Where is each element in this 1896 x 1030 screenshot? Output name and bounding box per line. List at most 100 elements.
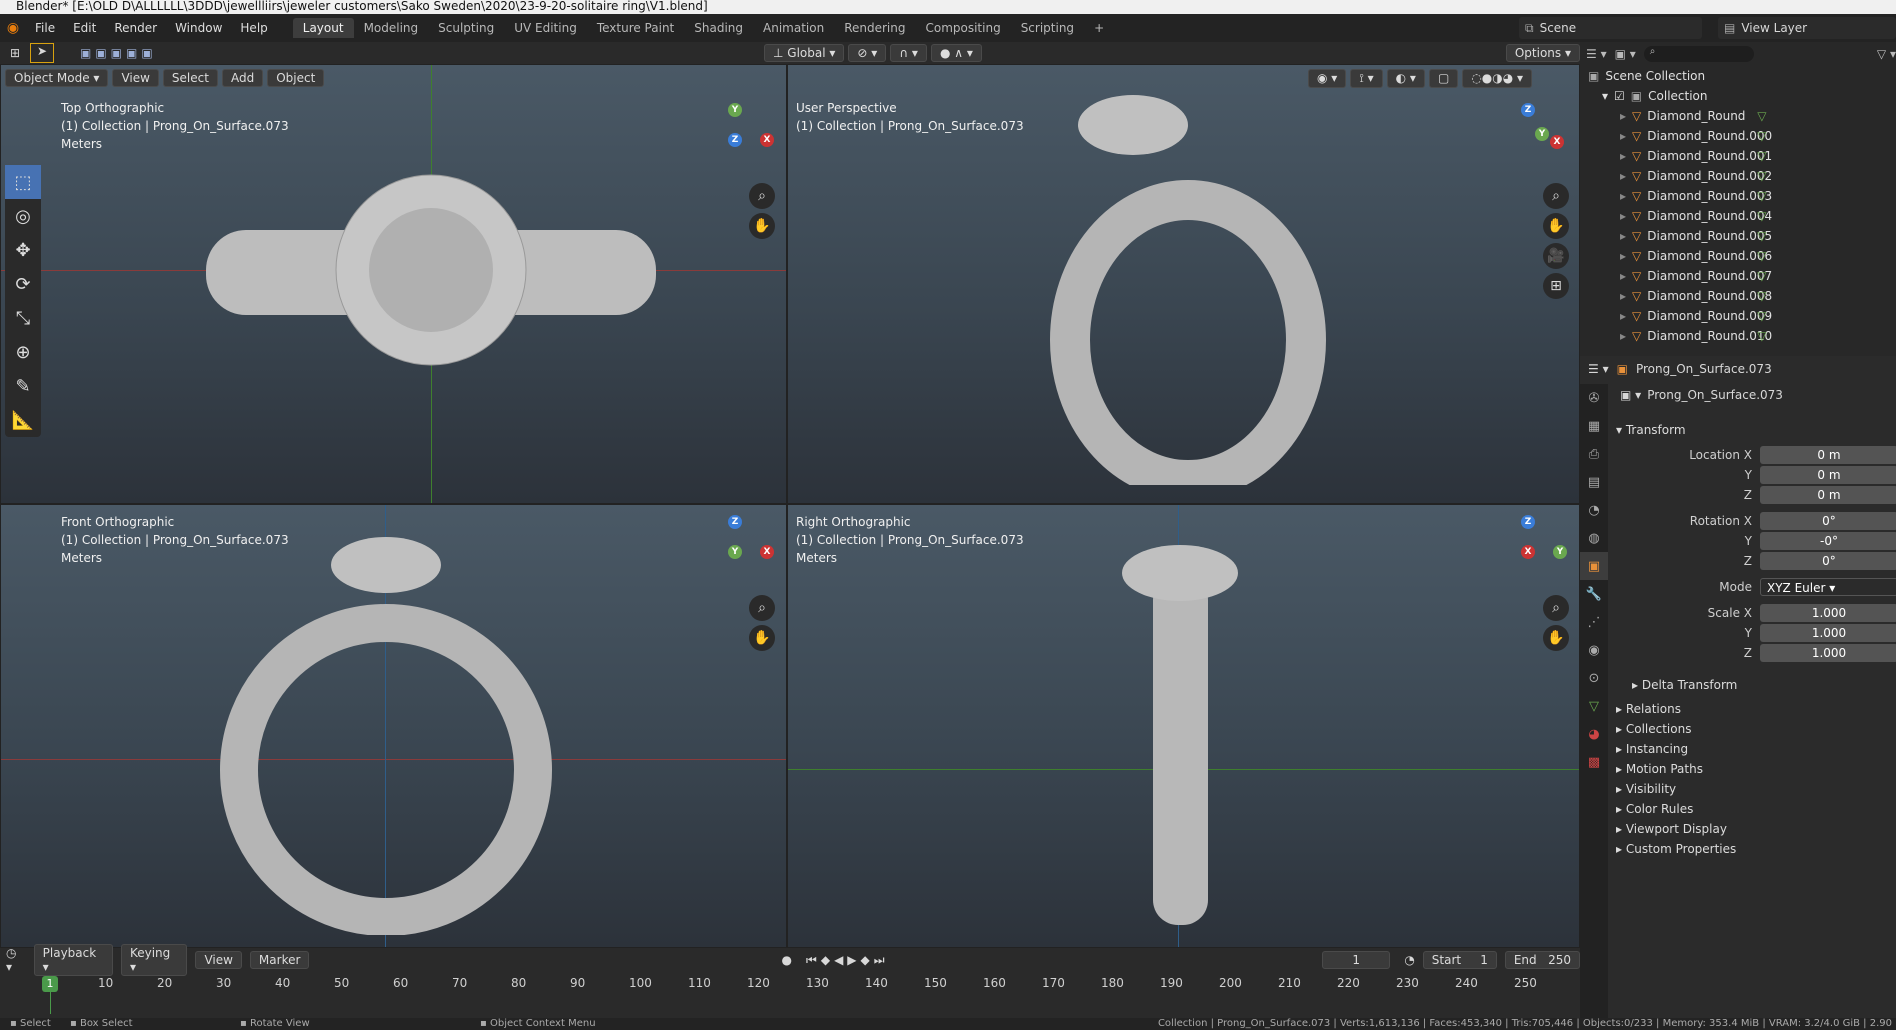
menu-window[interactable]: Window bbox=[166, 21, 231, 35]
location-y-field[interactable]: 0 m bbox=[1760, 466, 1896, 484]
checkbox-icon[interactable]: ☑ bbox=[1614, 89, 1625, 103]
move-icon[interactable]: ✥ bbox=[5, 233, 41, 267]
tab-rendering[interactable]: Rendering bbox=[834, 18, 915, 38]
outliner-item[interactable]: ▸ ▽ Diamond_Round.001 ▽ bbox=[1580, 146, 1896, 166]
rotation-z-field[interactable]: 0° bbox=[1760, 552, 1896, 570]
transform-panel-header[interactable]: ▾ Transform bbox=[1616, 423, 1686, 437]
scene-collection-row[interactable]: ▣ Scene Collection bbox=[1580, 66, 1896, 86]
gizmo-x-icon[interactable]: X bbox=[760, 133, 774, 147]
outliner-item[interactable]: ▸ ▽ Diamond_Round.009 ▽ bbox=[1580, 306, 1896, 326]
editor-type-icon[interactable]: ☰ ▾ bbox=[1586, 47, 1607, 61]
mesh-data-icon[interactable]: ▽ bbox=[1757, 109, 1766, 123]
physics-tab-icon[interactable]: ◉ bbox=[1580, 636, 1608, 664]
scale-y-field[interactable]: 1.000 bbox=[1760, 624, 1896, 642]
expand-arrow-icon[interactable]: ▸ bbox=[1620, 129, 1626, 143]
scale-icon[interactable]: ⤡ bbox=[5, 301, 41, 335]
scale-z-field[interactable]: 1.000 bbox=[1760, 644, 1896, 662]
gizmo-z-icon[interactable]: Z bbox=[1521, 515, 1535, 529]
add-menu[interactable]: Add bbox=[221, 69, 264, 87]
modifier-tab-icon[interactable]: 🔧 bbox=[1580, 580, 1608, 608]
tab-modeling[interactable]: Modeling bbox=[354, 18, 429, 38]
grid-view-icon[interactable]: ⊞ bbox=[1543, 273, 1569, 299]
rotation-mode-dropdown[interactable]: XYZ Euler ▾ bbox=[1760, 578, 1896, 596]
mesh-data-icon[interactable]: ▽ bbox=[1757, 209, 1766, 223]
outliner-item[interactable]: ▸ ▽ Diamond_Round.010 ▽ bbox=[1580, 326, 1896, 346]
view-layer-selector[interactable]: ▤ View Layer bbox=[1718, 17, 1896, 39]
viewport-user-perspective[interactable]: ◉ ▾ ⟟ ▾ ◐ ▾ ▢ ◌●◑◕ ▾ User Perspective (1… bbox=[787, 64, 1580, 504]
location-x-field[interactable]: 0 m bbox=[1760, 446, 1896, 464]
add-workspace-icon[interactable]: + bbox=[1084, 18, 1114, 38]
expand-arrow-icon[interactable]: ▸ bbox=[1620, 209, 1626, 223]
object-tab-icon[interactable]: ▣ bbox=[1580, 552, 1608, 580]
prev-keyframe-icon[interactable]: ◆ bbox=[821, 953, 830, 967]
playback-menu[interactable]: Playback ▾ bbox=[33, 944, 113, 976]
menu-help[interactable]: Help bbox=[231, 21, 276, 35]
outliner-item[interactable]: ▸ ▽ Diamond_Round.006 ▽ bbox=[1580, 246, 1896, 266]
play-reverse-icon[interactable]: ◀ bbox=[834, 953, 843, 967]
editor-type-icon[interactable]: ⊞ bbox=[0, 46, 30, 60]
outliner-item[interactable]: ▸ ▽ Diamond_Round ▽ bbox=[1580, 106, 1896, 126]
outliner-item[interactable]: ▸ ▽ Diamond_Round.007 ▽ bbox=[1580, 266, 1896, 286]
orientation-dropdown[interactable]: ⊥ Global ▾ bbox=[764, 44, 845, 62]
end-frame-field[interactable]: End 250 bbox=[1504, 951, 1581, 969]
tab-sculpting[interactable]: Sculpting bbox=[428, 18, 504, 38]
expand-arrow-icon[interactable]: ▸ bbox=[1620, 189, 1626, 203]
mesh-data-icon[interactable]: ▽ bbox=[1757, 289, 1766, 303]
outliner-item[interactable]: ▸ ▽ Diamond_Round.004 ▽ bbox=[1580, 206, 1896, 226]
tab-layout[interactable]: Layout bbox=[292, 18, 354, 38]
zoom-icon[interactable]: ⌕ bbox=[1543, 183, 1569, 209]
select-box-icon[interactable]: ⬚ bbox=[5, 165, 41, 199]
tool-tab-icon[interactable]: ✇ bbox=[1580, 384, 1608, 412]
next-keyframe-icon[interactable]: ◆ bbox=[861, 953, 870, 967]
pan-hand-icon[interactable]: ✋ bbox=[749, 213, 775, 239]
pan-hand-icon[interactable]: ✋ bbox=[1543, 625, 1569, 651]
editor-type-icon[interactable]: ☰ ▾ bbox=[1588, 362, 1609, 376]
panel-visibility[interactable]: ▸ Visibility bbox=[1616, 782, 1676, 796]
output-tab-icon[interactable]: ⎙ bbox=[1580, 440, 1608, 468]
texture-tab-icon[interactable]: ▩ bbox=[1580, 748, 1608, 776]
delta-transform-header[interactable]: ▸ Delta Transform bbox=[1632, 678, 1737, 692]
mesh-data-icon[interactable]: ▽ bbox=[1757, 329, 1766, 343]
view-layer-tab-icon[interactable]: ▤ bbox=[1580, 468, 1608, 496]
gizmo-y-icon[interactable]: Y bbox=[1535, 127, 1549, 141]
jump-start-icon[interactable]: ⏮ bbox=[806, 953, 817, 968]
options-dropdown[interactable]: Options ▾ bbox=[1505, 44, 1580, 62]
gizmo-z-icon[interactable]: Z bbox=[728, 133, 742, 147]
mesh-data-icon[interactable]: ▽ bbox=[1757, 229, 1766, 243]
overlay-toggle[interactable]: ◐ ▾ bbox=[1386, 69, 1425, 88]
tab-compositing[interactable]: Compositing bbox=[915, 18, 1010, 38]
panel-collections[interactable]: ▸ Collections bbox=[1616, 722, 1691, 736]
select-mode-icons[interactable]: ▣▣▣▣▣ bbox=[80, 46, 157, 60]
record-icon[interactable]: ● bbox=[782, 953, 792, 967]
blender-logo-icon[interactable]: ◉ bbox=[0, 20, 26, 36]
scale-x-field[interactable]: 1.000 bbox=[1760, 604, 1896, 622]
gizmo-y-icon[interactable]: Y bbox=[728, 545, 742, 559]
gizmo-x-icon[interactable]: X bbox=[1550, 135, 1564, 149]
gizmo-y-icon[interactable]: Y bbox=[1553, 545, 1567, 559]
constraints-tab-icon[interactable]: ⊙ bbox=[1580, 664, 1608, 692]
expand-arrow-icon[interactable]: ▸ bbox=[1620, 249, 1626, 263]
rotation-x-field[interactable]: 0° bbox=[1760, 512, 1896, 530]
data-name-field[interactable]: ▣ ▾ Prong_On_Surface.073 bbox=[1620, 388, 1783, 402]
rotate-icon[interactable]: ⟳ bbox=[5, 267, 41, 301]
cursor-icon[interactable]: ◎ bbox=[5, 199, 41, 233]
annotate-icon[interactable]: ✎ bbox=[5, 369, 41, 403]
mesh-data-icon[interactable]: ▽ bbox=[1757, 309, 1766, 323]
gizmo-y-icon[interactable]: Y bbox=[728, 103, 742, 117]
play-icon[interactable]: ▶ bbox=[847, 953, 856, 967]
xray-toggle[interactable]: ▢ bbox=[1428, 69, 1459, 88]
render-tab-icon[interactable]: ▦ bbox=[1580, 412, 1608, 440]
outliner-item[interactable]: ▸ ▽ Diamond_Round.003 ▽ bbox=[1580, 186, 1896, 206]
outliner-item[interactable]: ▸ ▽ Diamond_Round.008 ▽ bbox=[1580, 286, 1896, 306]
expand-arrow-icon[interactable]: ▸ bbox=[1620, 109, 1626, 123]
view-menu[interactable]: View bbox=[112, 69, 159, 87]
expand-arrow-icon[interactable]: ▸ bbox=[1620, 169, 1626, 183]
snap-toggle[interactable]: ∩ ▾ bbox=[890, 44, 927, 62]
transform-icon[interactable]: ⊕ bbox=[5, 335, 41, 369]
outliner-search-input[interactable]: ⌕ bbox=[1643, 46, 1754, 62]
outliner-item[interactable]: ▸ ▽ Diamond_Round.005 ▽ bbox=[1580, 226, 1896, 246]
zoom-icon[interactable]: ⌕ bbox=[749, 183, 775, 209]
mesh-data-icon[interactable]: ▽ bbox=[1757, 189, 1766, 203]
current-frame-field[interactable]: 1 bbox=[1322, 951, 1391, 969]
gizmo-z-icon[interactable]: Z bbox=[1521, 103, 1535, 117]
